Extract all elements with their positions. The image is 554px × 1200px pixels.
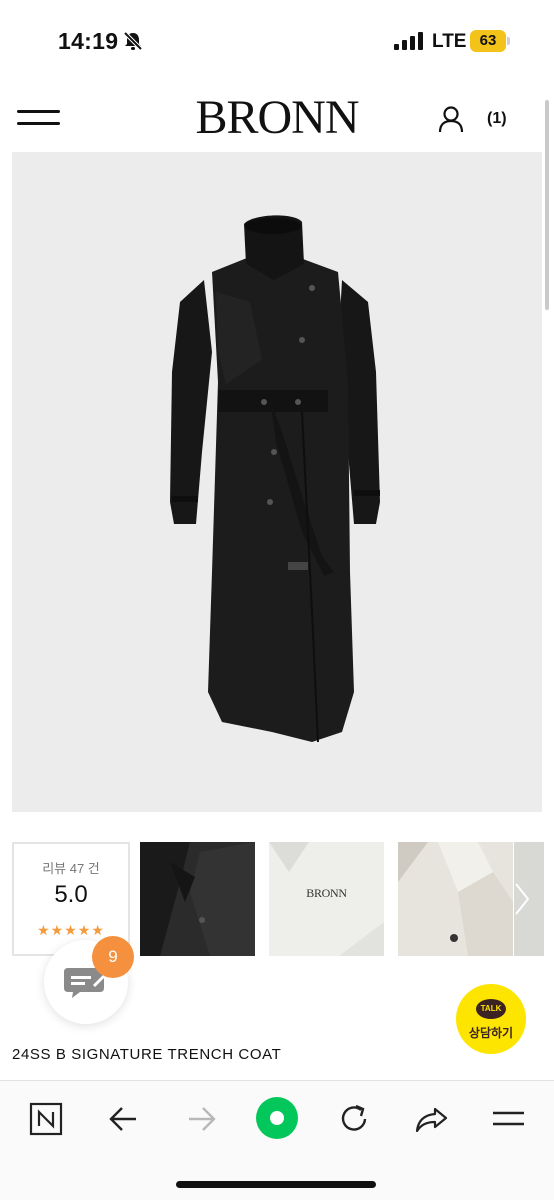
battery-level: 63 [479, 32, 497, 49]
kakao-talk-button[interactable]: TALK 상담하기 [456, 984, 526, 1054]
share-icon[interactable] [412, 1101, 452, 1137]
signal-icon [394, 32, 423, 50]
review-thumbnail-2[interactable]: BRONN [269, 842, 384, 956]
status-bar: 14:19 LTE 63 [0, 0, 554, 84]
review-count: 리뷰 47 건 [42, 861, 100, 876]
network-label: LTE [432, 31, 467, 52]
user-icon[interactable] [438, 106, 464, 133]
product-title: 24SS B SIGNATURE TRENCH COAT [12, 1046, 282, 1063]
review-score: 5.0 [54, 881, 88, 908]
battery-cap [507, 37, 510, 45]
dark-coat-photo [140, 842, 255, 956]
trench-coat-illustration [170, 215, 380, 743]
chevron-right-icon[interactable] [513, 882, 531, 916]
browser-toolbar [0, 1081, 554, 1200]
review-thumbnail-3[interactable] [398, 842, 513, 956]
bell-slash-icon [123, 31, 143, 51]
naver-n-icon[interactable] [26, 1101, 66, 1137]
status-time: 14:19 [58, 28, 119, 54]
back-arrow-icon[interactable] [104, 1101, 144, 1137]
home-indicator [176, 1181, 376, 1188]
review-badge-count: 9 [92, 936, 134, 978]
review-thumbnail-1[interactable] [140, 842, 255, 956]
battery-indicator: 63 [470, 30, 510, 52]
hamburger-icon[interactable] [488, 1101, 528, 1137]
page-scrollbar[interactable] [545, 100, 549, 310]
white-coat-photo [398, 842, 513, 956]
site-header: BRONN (1) [0, 86, 554, 150]
green-dot-icon[interactable] [255, 1096, 299, 1140]
brand-logo[interactable]: BRONN [0, 90, 554, 145]
forward-arrow-icon[interactable] [181, 1101, 221, 1137]
cart-count[interactable]: (1) [487, 110, 507, 128]
product-main-image[interactable] [12, 152, 542, 812]
reload-icon[interactable] [334, 1101, 374, 1137]
talk-bubble-icon: TALK [476, 999, 506, 1019]
talk-button-label: 상담하기 [468, 1026, 514, 1040]
thumbnail-brand-text: BRONN [306, 886, 347, 900]
